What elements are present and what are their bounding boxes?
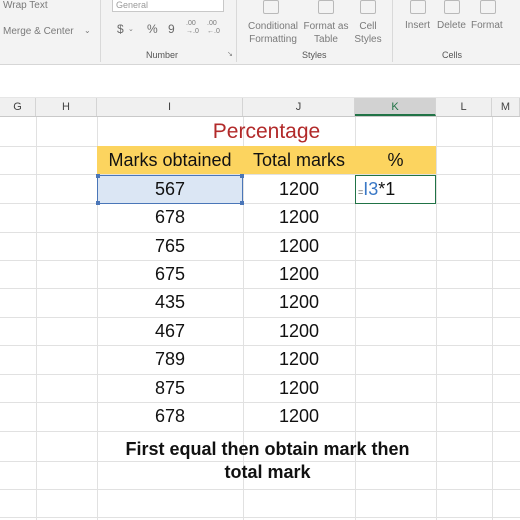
formula-bar-area xyxy=(0,65,520,98)
delete-icon[interactable] xyxy=(444,0,460,14)
instruction-caption: First equal then obtain mark then total … xyxy=(80,438,455,484)
percent-button[interactable]: % xyxy=(147,22,158,36)
column-header-h[interactable]: H xyxy=(36,98,97,116)
column-header-k[interactable]: K xyxy=(355,98,436,116)
conditional-formatting-button[interactable]: Conditional Formatting xyxy=(244,20,302,46)
cell-styles-button[interactable]: Cell Styles xyxy=(349,20,387,46)
total-marks-cell[interactable]: 1200 xyxy=(243,260,355,288)
column-header-j[interactable]: J xyxy=(243,98,355,116)
column-header-g[interactable]: G xyxy=(0,98,36,116)
total-marks-cell[interactable]: 1200 xyxy=(243,203,355,231)
wrap-text-button[interactable]: Wrap Text xyxy=(3,0,48,11)
marks-obtained-cell[interactable]: 678 xyxy=(97,402,243,430)
column-header-i[interactable]: I xyxy=(97,98,243,116)
merge-center-button[interactable]: Merge & Center xyxy=(3,26,74,37)
total-marks-cell[interactable]: 1200 xyxy=(243,374,355,402)
marks-obtained-cell[interactable]: 675 xyxy=(97,260,243,288)
column-header-m[interactable]: M xyxy=(492,98,520,116)
marks-obtained-cell[interactable]: 678 xyxy=(97,203,243,231)
currency-dropdown-icon[interactable]: ⌄ xyxy=(128,25,134,33)
format-icon[interactable] xyxy=(480,0,496,14)
number-format-select[interactable]: General xyxy=(112,0,224,12)
total-marks-cell[interactable]: 1200 xyxy=(243,345,355,373)
formula-reference: I3 xyxy=(363,179,379,199)
formula-in-cell[interactable]: =I3*1 xyxy=(358,175,395,203)
styles-group-label: Styles xyxy=(302,50,327,60)
currency-button[interactable]: $ xyxy=(117,22,124,36)
total-marks-cell[interactable]: 1200 xyxy=(243,402,355,430)
marks-obtained-cell[interactable]: 789 xyxy=(97,345,243,373)
insert-button[interactable]: Insert xyxy=(405,20,430,31)
format-as-table-button[interactable]: Format as Table xyxy=(302,20,350,46)
ribbon: Wrap Text Merge & Center ⌄ General $ ⌄ %… xyxy=(0,0,520,65)
column-header-row: G H I J K L M xyxy=(0,98,520,117)
total-marks-cell[interactable]: 1200 xyxy=(243,288,355,316)
insert-icon[interactable] xyxy=(410,0,426,14)
header-percent[interactable]: % xyxy=(355,146,436,174)
marks-obtained-cell[interactable]: 875 xyxy=(97,374,243,402)
total-marks-cell[interactable]: 1200 xyxy=(243,317,355,345)
format-button[interactable]: Format xyxy=(471,20,503,31)
column-header-l[interactable]: L xyxy=(436,98,492,116)
cells-group-label: Cells xyxy=(442,50,463,60)
cell-styles-icon[interactable] xyxy=(360,0,376,14)
increase-decimal-button[interactable]: .00 →.0 xyxy=(186,20,202,36)
formula-operator: *1 xyxy=(378,179,396,199)
marks-obtained-cell[interactable]: 765 xyxy=(97,232,243,260)
conditional-formatting-icon[interactable] xyxy=(263,0,279,14)
total-marks-cell[interactable]: 1200 xyxy=(243,175,355,203)
header-total-marks[interactable]: Total marks xyxy=(243,146,355,174)
total-marks-cell[interactable]: 1200 xyxy=(243,232,355,260)
number-group-label: Number xyxy=(146,50,179,60)
header-marks-obtained[interactable]: Marks obtained xyxy=(97,146,243,174)
delete-button[interactable]: Delete xyxy=(437,20,466,31)
sheet-title-cell[interactable]: Percentage xyxy=(97,117,436,146)
decrease-decimal-button[interactable]: .00 ←.0 xyxy=(207,20,223,36)
marks-obtained-cell[interactable]: 567 xyxy=(97,175,243,203)
caption-line-1: First equal then obtain mark then xyxy=(125,439,410,459)
format-as-table-icon[interactable] xyxy=(318,0,334,14)
comma-button[interactable]: 9 xyxy=(168,22,175,36)
number-dialog-launcher-icon[interactable]: ↘ xyxy=(227,50,233,58)
merge-dropdown-icon[interactable]: ⌄ xyxy=(84,26,91,35)
caption-line-2: total mark xyxy=(224,462,311,482)
marks-obtained-cell[interactable]: 467 xyxy=(97,317,243,345)
marks-obtained-cell[interactable]: 435 xyxy=(97,288,243,316)
